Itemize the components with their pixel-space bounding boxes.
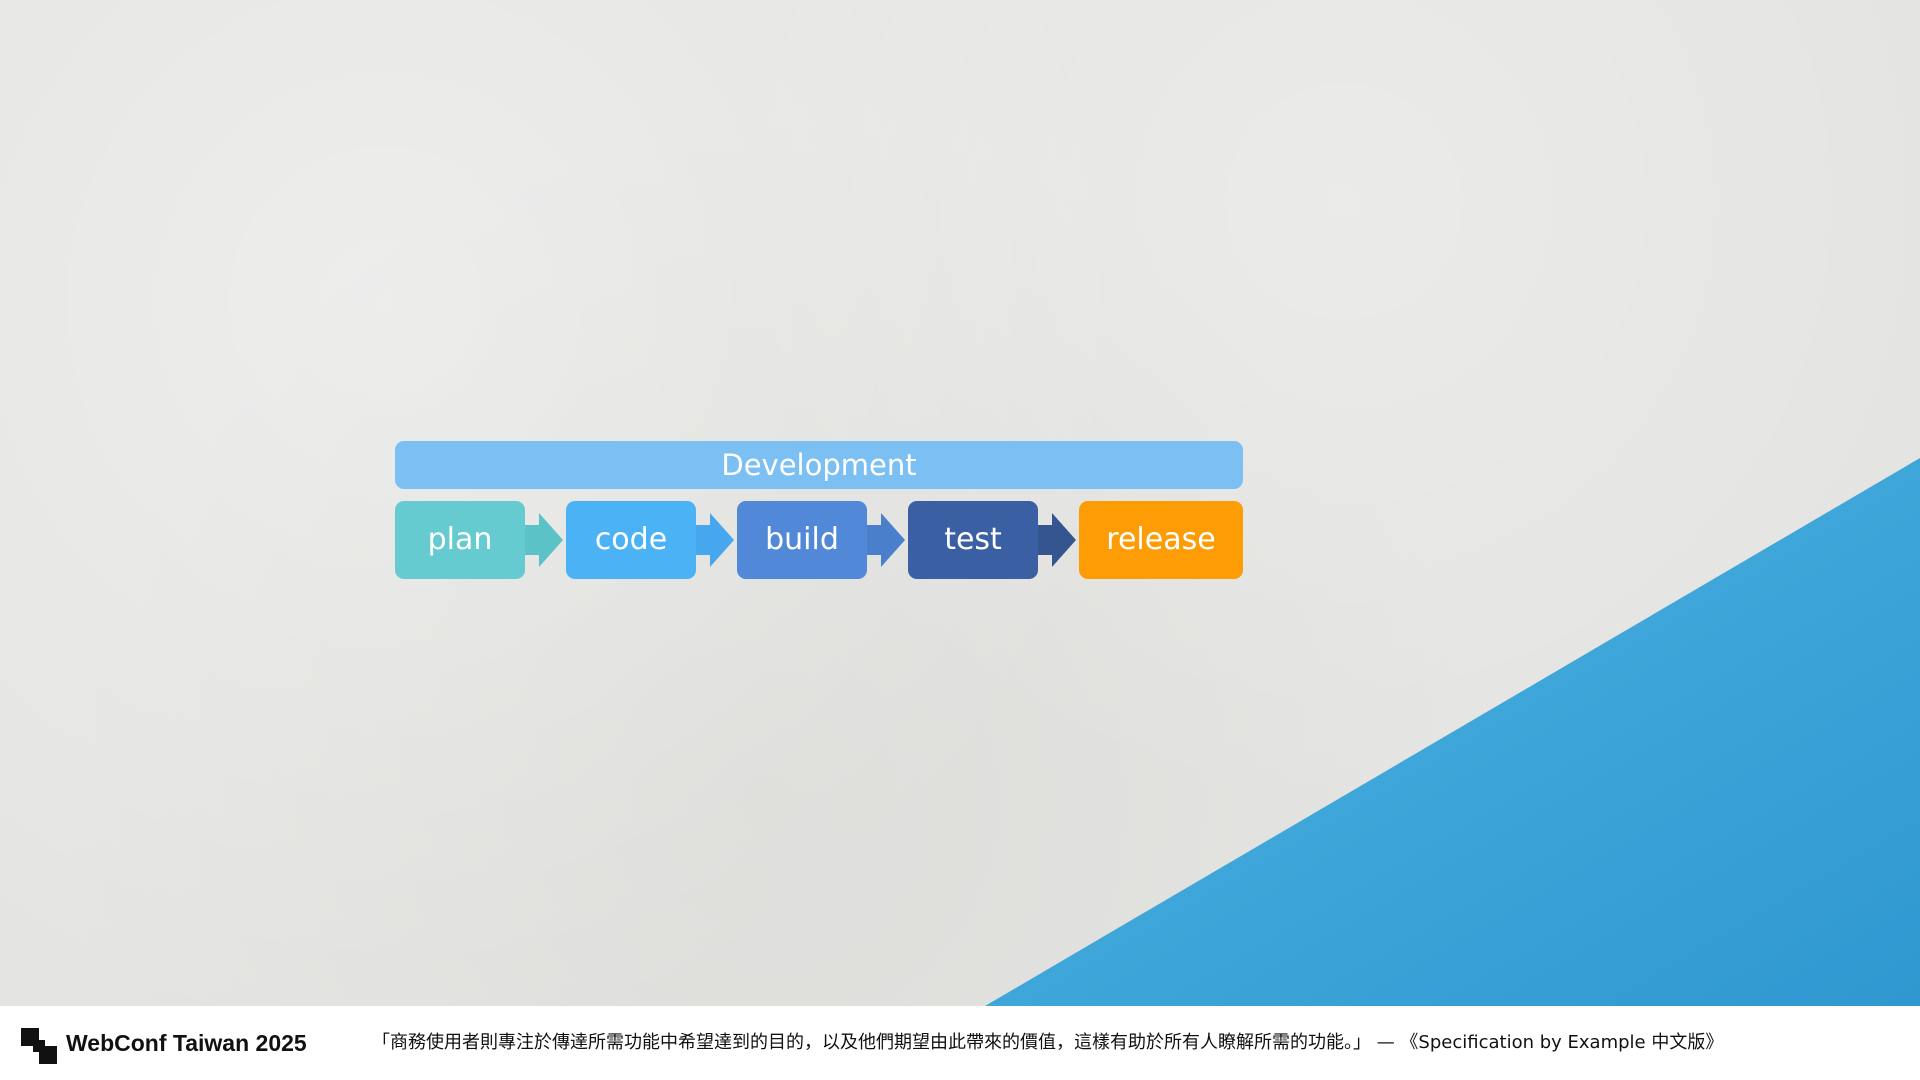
chevron-right-icon: [525, 513, 563, 567]
devops-pipeline-diagram: Development plan code build test release: [395, 441, 1243, 579]
stage-plan: plan: [395, 501, 525, 579]
footer-quote: 「商務使用者則專注於傳達所需功能中希望達到的目的，以及他們期望由此帶來的價值，這…: [372, 1032, 1724, 1053]
chevron-right-icon: [696, 513, 734, 567]
chevron-right-icon: [1038, 513, 1076, 567]
footer-bar: WebConf Taiwan 2025 「商務使用者則專注於傳達所需功能中希望達…: [0, 1006, 1920, 1080]
stage-code: code: [566, 501, 696, 579]
development-group-label: Development: [395, 441, 1243, 489]
stage-build: build: [737, 501, 867, 579]
slide-canvas: Development plan code build test release: [0, 0, 1920, 1006]
chevron-right-icon: [867, 513, 905, 567]
stage-test: test: [908, 501, 1038, 579]
webconf-logo-icon: [21, 1028, 57, 1064]
stage-release: release: [1079, 501, 1243, 579]
brand-name: WebConf Taiwan 2025: [66, 1030, 307, 1056]
